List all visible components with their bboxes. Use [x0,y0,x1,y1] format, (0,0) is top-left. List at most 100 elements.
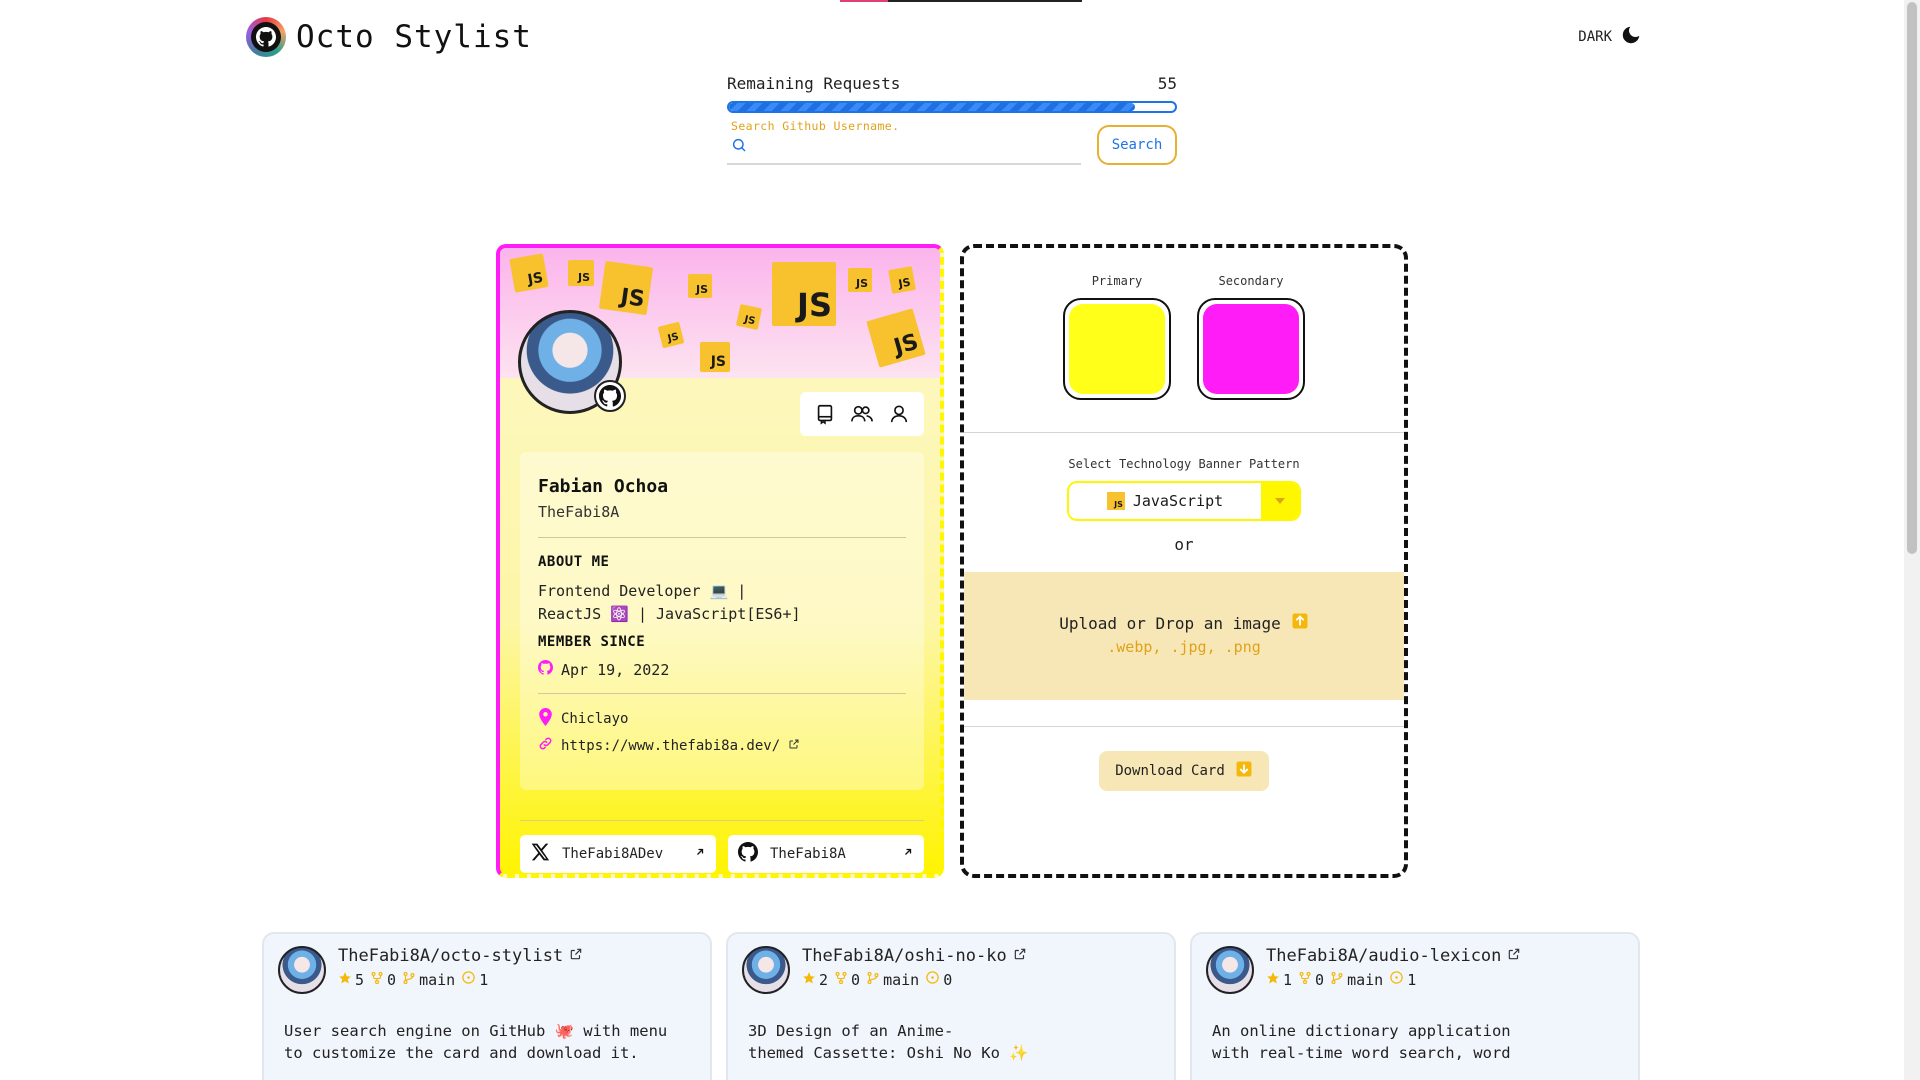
page-scrollbar[interactable] [1904,0,1920,1080]
download-card-button[interactable]: Download Card [1099,751,1269,791]
star-icon [802,971,816,989]
profile-name: Fabian Ochoa [538,476,669,497]
profile-username: TheFabi8A [538,503,620,521]
image-upload-dropzone[interactable]: Upload or Drop an image .webp, .jpg, .pn… [964,572,1404,700]
download-card-label: Download Card [1115,763,1225,779]
github-handle: TheFabi8A [770,846,846,862]
repo-description: An online dictionary application with re… [1206,1020,1624,1064]
theme-toggle[interactable]: DARK [1578,24,1642,50]
js-tile: JS [735,303,763,331]
secondary-color-swatch [1203,304,1299,394]
arrow-up-right-icon [902,846,914,862]
twitter-link[interactable]: TheFabi8ADev [520,835,716,873]
divider [538,537,906,538]
remaining-requests-label: Remaining Requests [727,74,901,93]
external-link-icon [569,946,583,966]
primary-color-picker[interactable] [1063,298,1171,400]
requests-progress-bar [727,101,1177,113]
fork-icon [1298,971,1312,989]
secondary-color-label: Secondary [1218,274,1284,288]
js-tile: JS [657,321,685,349]
search-field: Search Github Username. [727,119,1081,165]
js-tile: JS [848,268,872,292]
issue-count: 1 [1407,970,1417,989]
page-progress-line [840,0,1082,2]
download-icon [1235,760,1253,782]
following-icon[interactable] [884,399,914,429]
member-since-row: Apr 19, 2022 [538,660,906,679]
issue-count: 0 [943,970,953,989]
upload-formats: .webp, .jpg, .png [1107,638,1261,656]
repo-link[interactable]: TheFabi8A/octo-stylist [338,946,583,966]
js-tile: JS [888,266,916,294]
repos-icon[interactable] [810,399,840,429]
repo-name: TheFabi8A/octo-stylist [338,946,564,966]
brand[interactable]: Octo Stylist [246,17,532,57]
twitter-handle: TheFabi8ADev [562,846,664,862]
map-pin-icon [538,708,553,730]
header: Octo Stylist DARK [246,14,1642,60]
js-tile: JS [509,253,549,293]
external-link-icon [788,738,800,754]
pattern-select-value: JavaScript [1132,492,1224,510]
repo-link[interactable]: TheFabi8A/oshi-no-ko [802,946,1027,966]
about-heading: ABOUT ME [538,554,610,570]
fork-count: 0 [1315,970,1325,989]
primary-color-label: Primary [1091,274,1143,288]
github-badge-icon [594,380,626,412]
issue-icon [461,970,476,989]
moon-icon [1620,24,1642,50]
x-logo-icon [530,842,550,866]
card-icon-bar [800,392,924,436]
theme-toggle-label: DARK [1578,29,1612,45]
website-url: https://www.thefabi8a.dev/ [561,737,781,754]
repo-description-line: An online dictionary application [1212,1022,1511,1040]
github-icon [738,842,759,866]
upload-text: Upload or Drop an image [1059,613,1281,633]
search-input[interactable] [753,139,1081,155]
branch-name: main [883,970,920,989]
customize-panel: Primary Secondary Select Technology Bann… [960,244,1408,878]
requests-panel: Remaining Requests 55 Search Github User… [727,74,1177,165]
repo-avatar [278,946,326,994]
js-tile: JS [568,260,594,286]
repo-avatar [742,946,790,994]
repo-name: TheFabi8A/oshi-no-ko [802,946,1007,966]
chevron-down-icon[interactable] [1261,483,1299,519]
location-text: Chiclayo [561,711,629,727]
js-tile: JS [688,274,712,298]
member-since-date: Apr 19, 2022 [561,660,670,679]
scrollbar-thumb[interactable] [1907,2,1917,554]
search-label: Search Github Username. [731,119,900,133]
external-link-icon [1013,946,1027,966]
repo-description: 3D Design of an Anime- themed Cassette: … [742,1020,1160,1064]
arrow-up-right-icon [694,846,706,862]
github-link[interactable]: TheFabi8A [728,835,924,873]
link-icon [538,736,553,755]
search-icon [731,137,747,157]
issue-icon [925,970,940,989]
js-tile: JS [866,308,926,368]
issue-icon [1389,970,1404,989]
website-link[interactable]: https://www.thefabi8a.dev/ [538,736,906,755]
branch-name: main [419,970,456,989]
branch-name: main [1347,970,1384,989]
repo-description-line: themed Cassette: Oshi No Ko ✨ [748,1044,1029,1062]
repo-description-line: to customize the card and download it. [284,1044,639,1062]
star-count: 5 [355,970,365,989]
repo-stats: 2 0 main 0 [802,970,1027,989]
pattern-select[interactable]: JS JavaScript [1067,481,1301,521]
followers-icon[interactable] [847,399,877,429]
repo-link[interactable]: TheFabi8A/audio-lexicon [1266,946,1521,966]
javascript-icon: JS [1106,492,1125,510]
social-links: TheFabi8ADev TheFabi8A [520,820,924,873]
requests-progress-fill [729,103,1135,111]
search-button[interactable]: Search [1097,125,1177,165]
github-icon [538,660,554,679]
about-text: Frontend Developer 💻 | ReactJS ⚛️ | Java… [538,580,906,626]
divider [538,693,906,694]
secondary-color-picker[interactable] [1197,298,1305,400]
pattern-section: Select Technology Banner Pattern JS Java… [964,433,1404,791]
js-tile: JS [772,262,836,326]
star-icon [1266,971,1280,989]
